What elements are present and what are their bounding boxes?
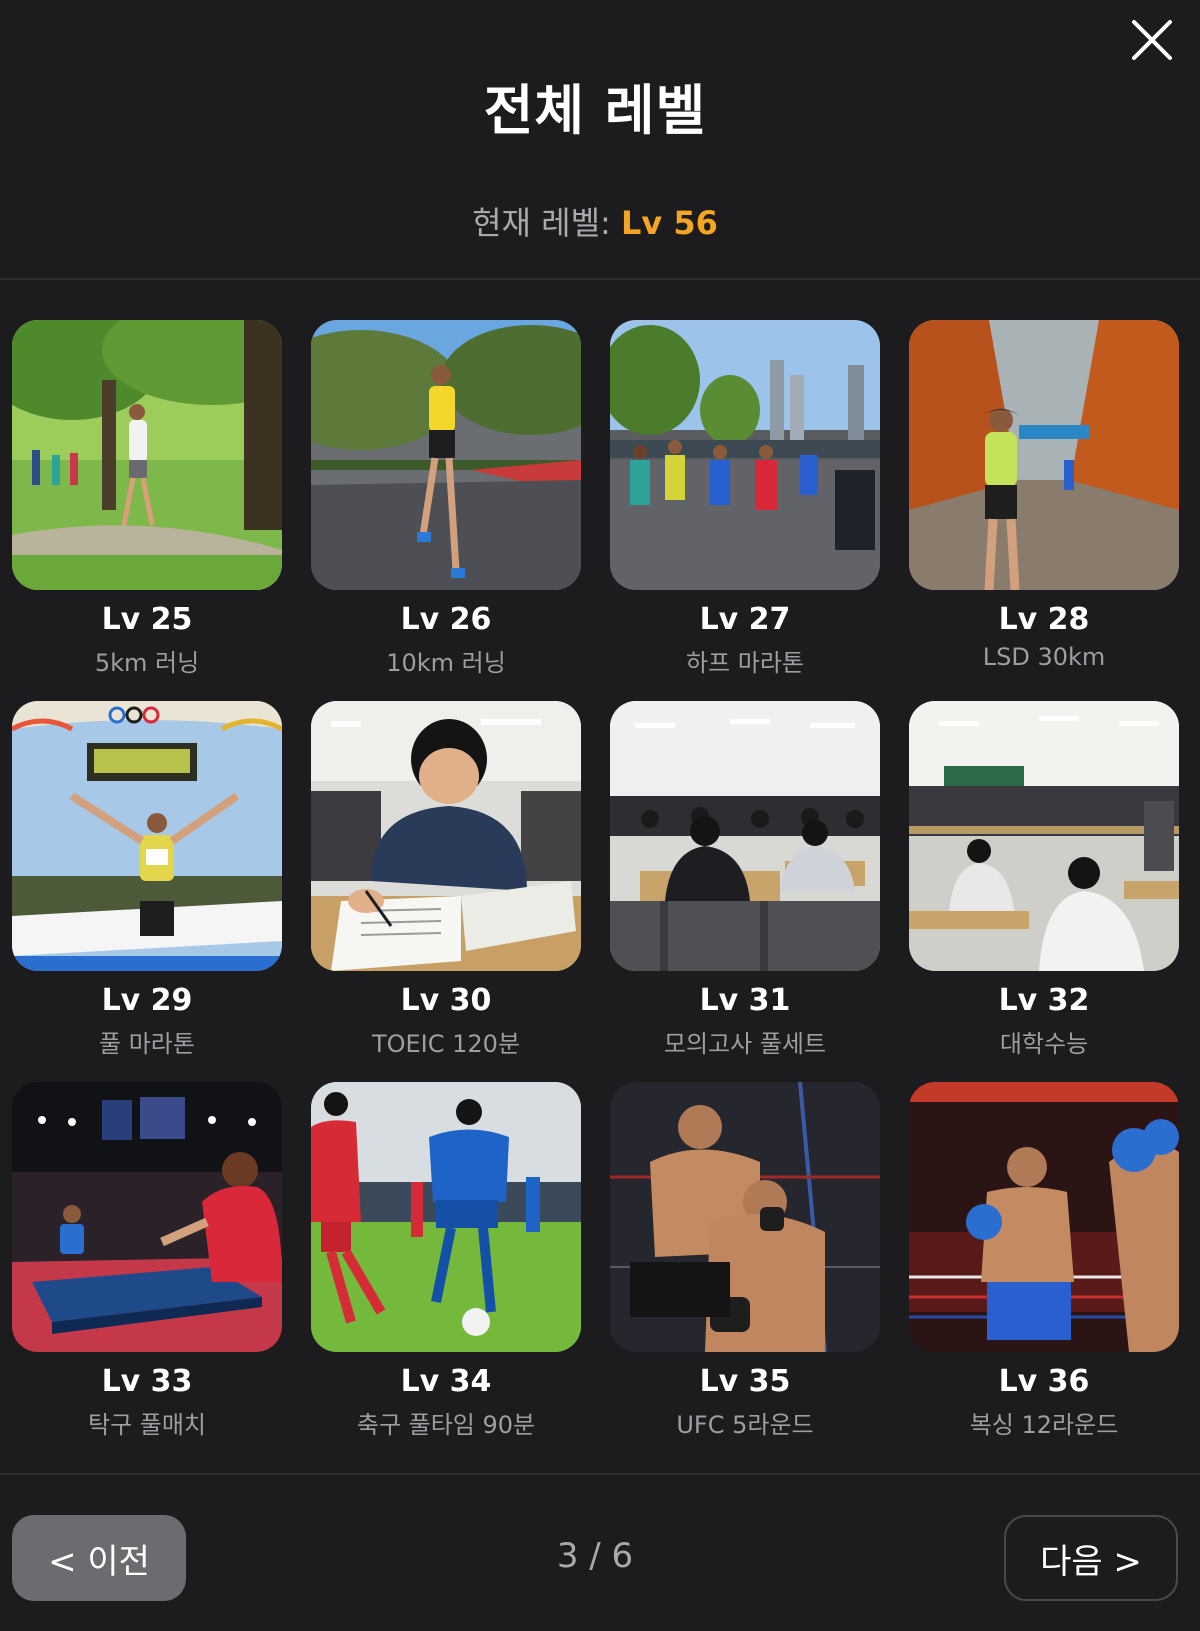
card-name: 대학수능 — [999, 1030, 1089, 1058]
all-levels-modal: 전체 레벨 현재 레벨: Lv 56 Lv 25 5km 러닝 Lv 26 10… — [0, 0, 1200, 1631]
current-level-value: Lv 56 — [620, 204, 718, 242]
half-marathon-image — [610, 320, 880, 590]
card-level: Lv 27 — [699, 602, 791, 637]
toeic-study-image — [311, 701, 581, 971]
level-card[interactable]: Lv 27 하프 마라톤 — [610, 320, 880, 701]
card-name: 5km 러닝 — [94, 649, 200, 677]
card-name: LSD 30km — [982, 643, 1106, 671]
card-level: Lv 32 — [998, 983, 1090, 1018]
card-name: 10km 러닝 — [386, 649, 506, 677]
level-card[interactable]: Lv 26 10km 러닝 — [311, 320, 581, 701]
exam-hall-image — [909, 701, 1179, 971]
card-level: Lv 25 — [101, 602, 193, 637]
card-name: 축구 풀타임 90분 — [356, 1411, 536, 1439]
park-running-image — [12, 320, 282, 590]
current-level-label: 현재 레벨: — [472, 204, 621, 242]
level-card[interactable]: Lv 30 TOEIC 120분 — [311, 701, 581, 1082]
autumn-running-image — [909, 320, 1179, 590]
card-level: Lv 33 — [101, 1364, 193, 1399]
ufc-fight-image — [610, 1082, 880, 1352]
card-level: Lv 28 — [998, 602, 1090, 637]
marathon-finish-image — [12, 701, 282, 971]
card-level: Lv 26 — [400, 602, 492, 637]
card-name: TOEIC 120분 — [371, 1030, 521, 1058]
level-card[interactable]: Lv 33 탁구 풀매치 — [12, 1082, 282, 1463]
card-name: 모의고사 풀세트 — [663, 1030, 827, 1058]
card-name: UFC 5라운드 — [676, 1411, 814, 1439]
next-button[interactable]: 다음 > — [1004, 1515, 1178, 1601]
boxing-image — [909, 1082, 1179, 1352]
level-card[interactable]: Lv 36 복싱 12라운드 — [909, 1082, 1179, 1463]
divider — [0, 278, 1200, 280]
close-button[interactable] — [1128, 16, 1176, 64]
level-card[interactable]: Lv 29 풀 마라톤 — [12, 701, 282, 1082]
mock-exam-image — [610, 701, 880, 971]
level-card[interactable]: Lv 34 축구 풀타임 90분 — [311, 1082, 581, 1463]
page-title: 전체 레벨 — [483, 79, 707, 142]
current-level: 현재 레벨: Lv 56 — [0, 198, 1190, 244]
level-grid: Lv 25 5km 러닝 Lv 26 10km 러닝 Lv 27 하프 마라톤 … — [12, 320, 1179, 1463]
soccer-image — [311, 1082, 581, 1352]
card-name: 탁구 풀매치 — [87, 1411, 207, 1439]
level-card[interactable]: Lv 32 대학수능 — [909, 701, 1179, 1082]
card-name: 복싱 12라운드 — [969, 1411, 1119, 1439]
table-tennis-image — [12, 1082, 282, 1352]
divider — [0, 1473, 1200, 1475]
road-running-image — [311, 320, 581, 590]
card-level: Lv 36 — [998, 1364, 1090, 1399]
card-name: 풀 마라톤 — [99, 1030, 195, 1058]
close-icon — [1132, 20, 1172, 60]
level-card[interactable]: Lv 25 5km 러닝 — [12, 320, 282, 701]
card-level: Lv 34 — [400, 1364, 492, 1399]
level-card[interactable]: Lv 35 UFC 5라운드 — [610, 1082, 880, 1463]
card-level: Lv 29 — [101, 983, 193, 1018]
card-level: Lv 31 — [699, 983, 791, 1018]
card-level: Lv 35 — [699, 1364, 791, 1399]
card-name: 하프 마라톤 — [685, 649, 805, 677]
card-level: Lv 30 — [400, 983, 492, 1018]
level-card[interactable]: Lv 31 모의고사 풀세트 — [610, 701, 880, 1082]
level-card[interactable]: Lv 28 LSD 30km — [909, 320, 1179, 701]
